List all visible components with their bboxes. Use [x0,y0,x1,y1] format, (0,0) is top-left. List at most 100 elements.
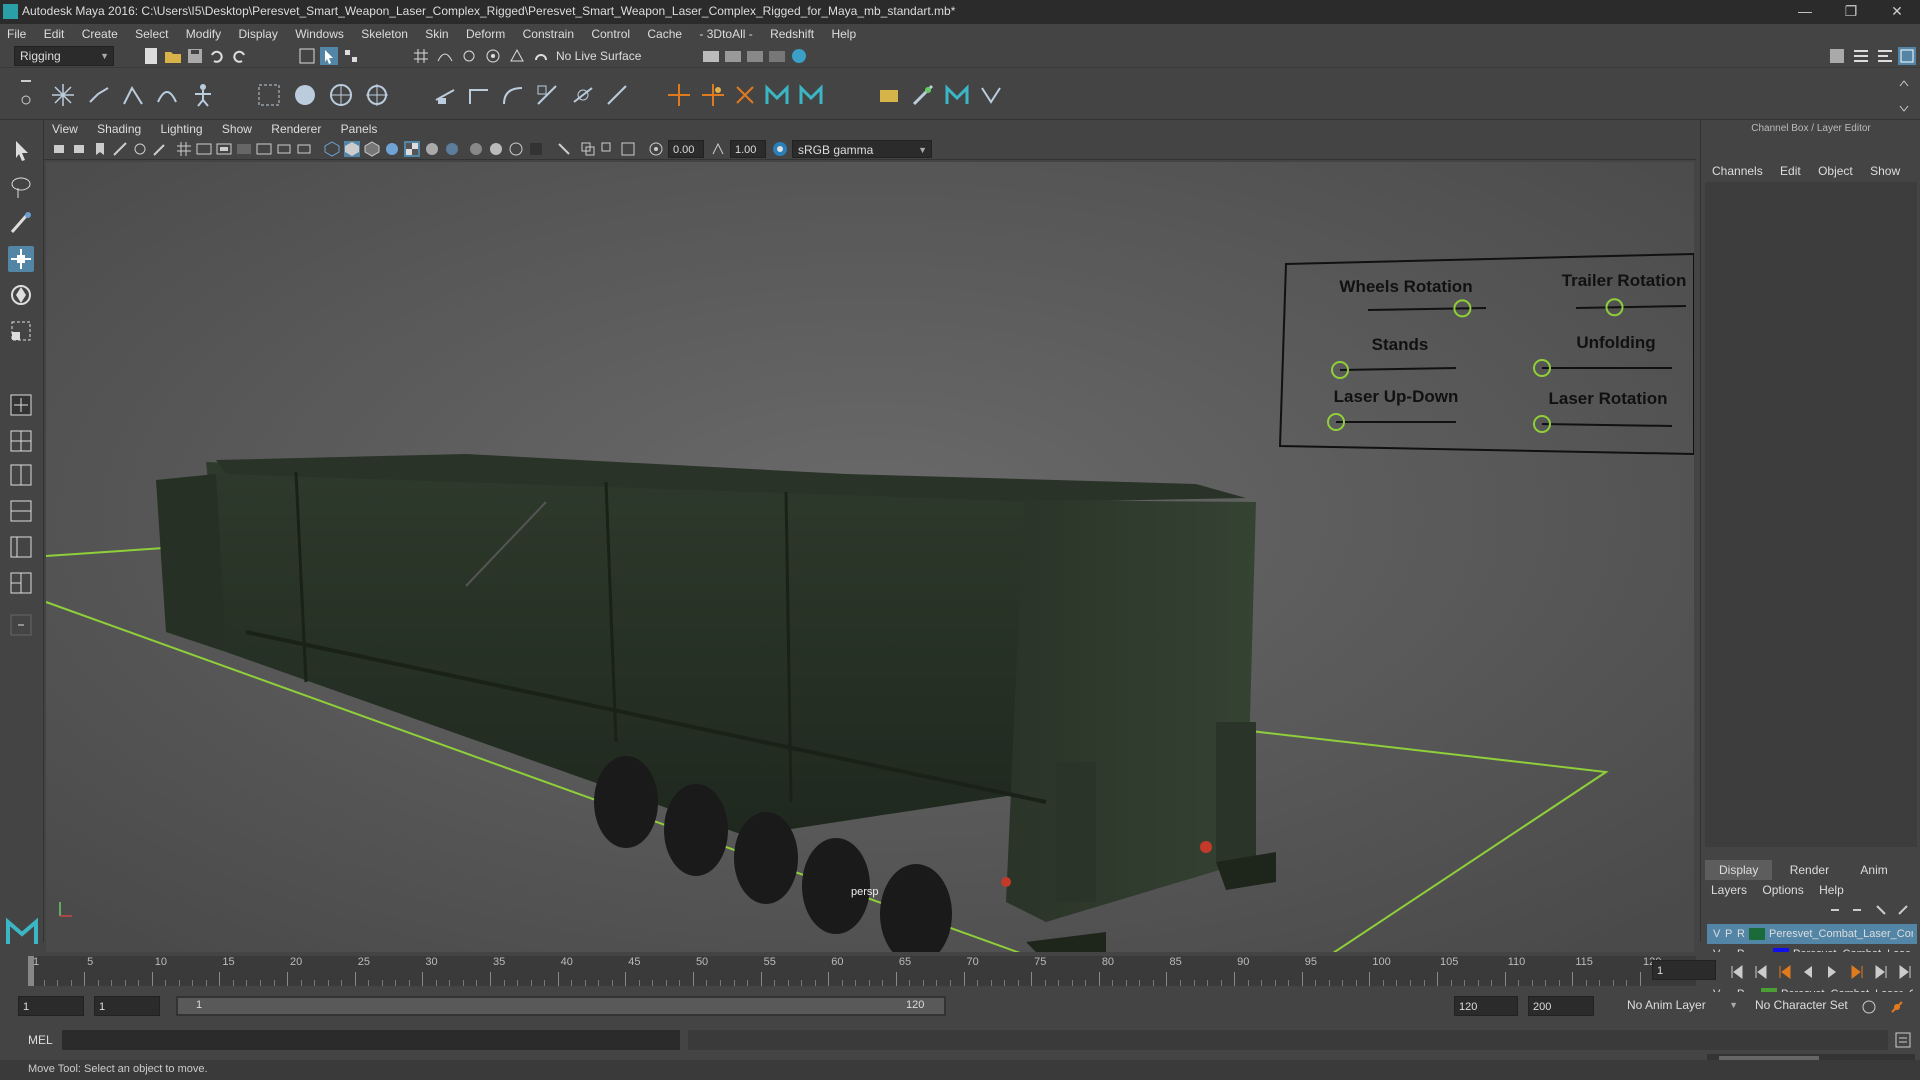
menu-windows[interactable]: Windows [288,24,351,44]
image-plane-icon[interactable] [112,141,128,157]
scale-constraint-icon[interactable] [534,82,560,108]
select-by-hierarchy-icon[interactable] [298,47,316,65]
film-gate-icon[interactable] [196,141,212,157]
move-tool-icon[interactable] [8,246,34,272]
x-ray-icon[interactable] [444,141,460,157]
paint-select-tool-icon[interactable] [8,210,34,236]
select-by-component-icon[interactable] [342,47,360,65]
ipr-render-icon[interactable] [724,47,742,65]
snap-to-view-plane-icon[interactable] [508,47,526,65]
channel-menu-edit[interactable]: Edit [1773,162,1808,180]
orient-constraint-icon[interactable] [432,82,458,108]
menu-redshift[interactable]: Redshift [763,24,821,44]
shelf-scroll-icon[interactable] [1898,78,1910,114]
make-live-icon[interactable] [532,47,550,65]
smooth-shade-icon[interactable] [344,141,360,157]
menu-cache[interactable]: Cache [640,24,689,44]
menu-display[interactable]: Display [231,24,284,44]
playback-start-field[interactable]: 1 [94,996,160,1016]
cluster-handle-icon[interactable] [700,82,726,108]
channel-menu-show[interactable]: Show [1863,162,1907,180]
playback-end-field[interactable]: 120 [1454,996,1518,1016]
rotate-tool-icon[interactable] [8,282,34,308]
persp-graph-layout-icon[interactable] [8,462,34,488]
lattice-icon[interactable] [328,82,354,108]
layer-color-swatch[interactable] [1749,928,1765,940]
camera-attributes-icon[interactable] [72,141,88,157]
layer-menu-help[interactable]: Help [1813,880,1850,900]
command-language-label[interactable]: MEL [28,1033,53,1047]
channel-menu-channels[interactable]: Channels [1705,162,1770,180]
hypershade-icon[interactable] [768,47,786,65]
channel-list[interactable] [1705,182,1917,847]
skeleton-tools-icon[interactable] [910,82,936,108]
single-perspective-layout-icon[interactable] [8,392,34,418]
parent-constraint-icon[interactable] [604,82,630,108]
auto-key-icon[interactable] [1860,998,1878,1016]
isolate-select-icon[interactable] [556,141,572,157]
outliner-persp-layout-icon[interactable] [8,534,34,560]
ambient-occlusion-icon[interactable] [488,141,504,157]
pole-vector-icon[interactable] [570,82,596,108]
lasso-tool-icon[interactable] [8,174,34,200]
bookmarks-icon[interactable] [92,141,108,157]
exposure-icon[interactable] [648,141,664,157]
menu-deform[interactable]: Deform [459,24,512,44]
select-by-object-icon[interactable] [320,47,338,65]
gamma-field[interactable]: 1.00 [730,140,766,158]
menu-file[interactable]: File [0,24,33,44]
channel-box-toggle-icon[interactable] [1898,47,1916,65]
time-ruler[interactable]: 1 5 10 15 20 25 30 35 40 45 50 55 60 65 70 75 80 85 90 95 10… [28,956,1696,986]
tool-settings-icon[interactable] [1876,47,1894,65]
hypershade-layout-icon[interactable] [8,570,34,596]
layer-menu-options[interactable]: Options [1756,880,1809,900]
redshift-render-icon[interactable] [790,47,808,65]
maya-logo-shelf-icon-2[interactable] [944,82,970,108]
menu-edit[interactable]: Edit [37,24,72,44]
grease-pencil-icon[interactable] [152,141,168,157]
bake-animation-icon[interactable] [876,82,902,108]
panel-menu-lighting[interactable]: Lighting [153,120,211,138]
maya-logo-shelf-icon[interactable] [764,82,790,108]
layer-menu-layers[interactable]: Layers [1705,880,1753,900]
anti-aliasing-icon[interactable] [528,141,544,157]
panel-menu-show[interactable]: Show [214,120,260,138]
tab-anim[interactable]: Anim [1846,860,1901,880]
layer-playback-toggle[interactable]: P [1725,924,1732,944]
layout-more-icon[interactable] [8,612,34,638]
depth-of-field-icon[interactable] [600,141,616,157]
snap-to-grid-icon[interactable] [412,47,430,65]
menu-skeleton[interactable]: Skeleton [354,24,415,44]
hud-icon[interactable] [620,141,636,157]
open-scene-icon[interactable] [164,47,182,65]
scale-tool-icon[interactable] [8,318,34,344]
cluster-icon[interactable] [364,82,390,108]
insert-joint-icon[interactable] [86,82,112,108]
textured-icon[interactable] [384,141,400,157]
exposure-field[interactable]: 0.00 [668,140,704,158]
attribute-editor-icon[interactable] [1852,47,1870,65]
close-button[interactable]: ✕ [1874,0,1920,24]
new-scene-icon[interactable] [142,47,160,65]
color-management-icon[interactable] [772,141,788,157]
menu-skin[interactable]: Skin [418,24,455,44]
wireframe-on-shaded-icon[interactable] [364,141,380,157]
render-settings-icon[interactable] [746,47,764,65]
menu-constrain[interactable]: Constrain [516,24,581,44]
create-joint-icon[interactable] [50,82,76,108]
command-input[interactable] [62,1030,680,1050]
snap-to-projected-center-icon[interactable] [484,47,502,65]
menu-help[interactable]: Help [824,24,863,44]
locator-icon[interactable] [666,82,692,108]
layer-action-icons[interactable] [1825,902,1915,918]
tab-display[interactable]: Display [1705,860,1773,880]
use-all-lights-icon[interactable] [404,141,420,157]
xray-active-icon[interactable] [580,141,596,157]
render-current-frame-icon[interactable] [702,47,720,65]
redo-icon[interactable] [230,47,248,65]
layer-visibility-toggle[interactable]: V [1713,924,1720,944]
shadows-icon[interactable] [424,141,440,157]
menu-control[interactable]: Control [584,24,637,44]
select-tool-icon[interactable] [8,138,34,164]
save-scene-icon[interactable] [186,47,204,65]
